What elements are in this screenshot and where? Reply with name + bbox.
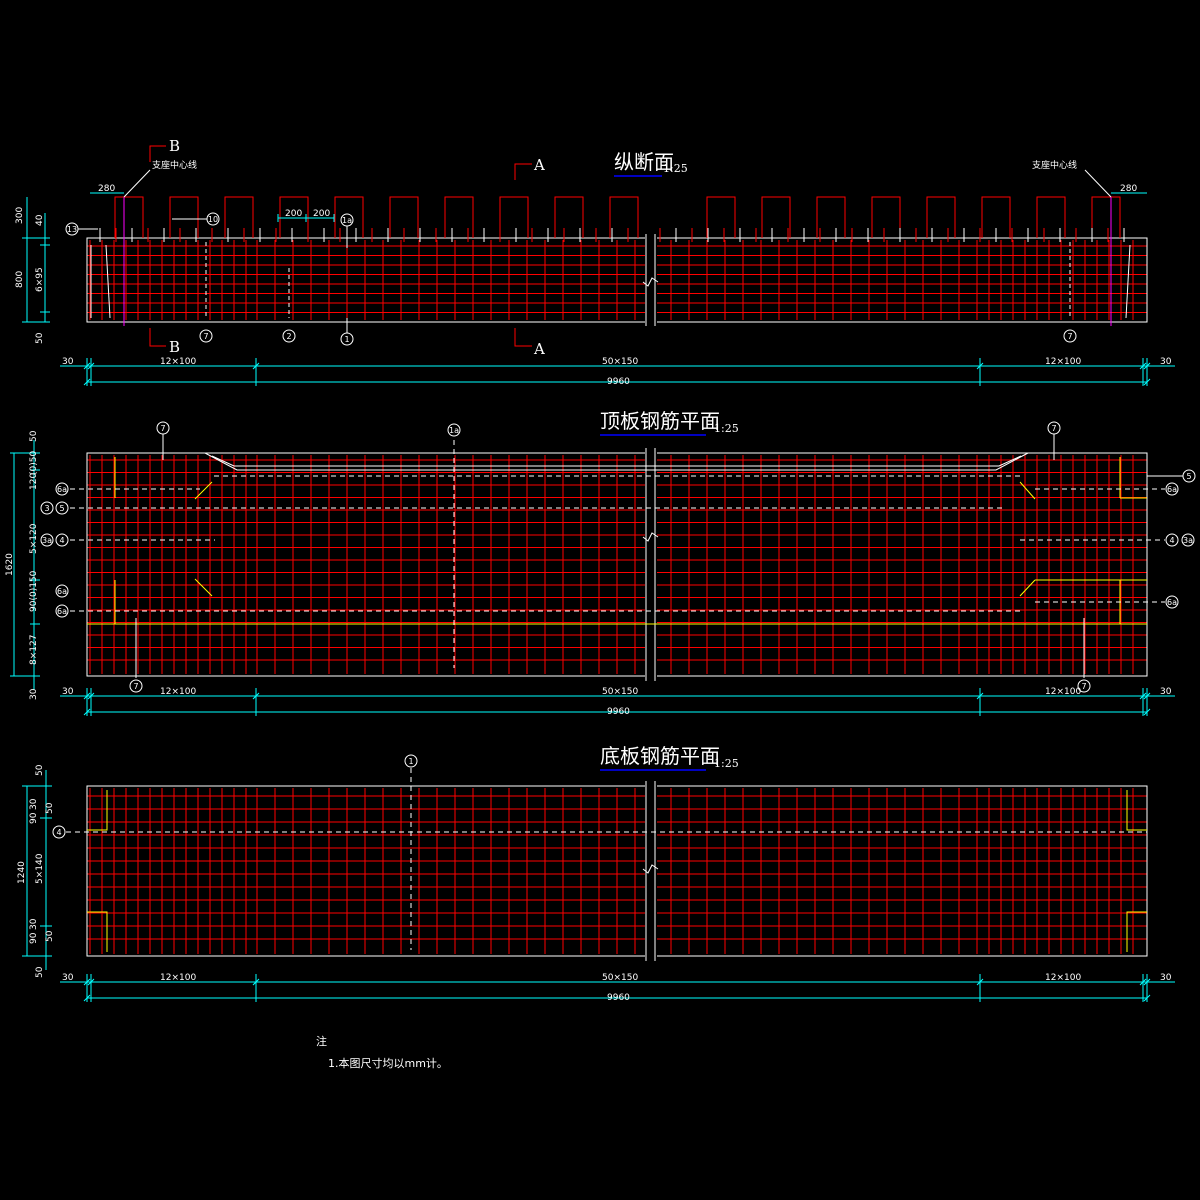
top-slab-scale: 1:25 [714, 422, 739, 435]
bottom-dim-12x100-left: 12×100 [160, 973, 196, 983]
bottom-dim-5x140: 5×140 [35, 853, 45, 884]
bottom-dim-30-right: 30 [1160, 973, 1172, 983]
support-label-right: 支座中心线 [1032, 159, 1077, 171]
bottom-dim-90-a: 90 [29, 812, 39, 824]
bottom-dim-1240: 1240 [17, 861, 27, 884]
left-callout-3a: 3a [40, 533, 54, 547]
svg-text:7: 7 [133, 682, 138, 691]
svg-text:7: 7 [203, 332, 208, 341]
left-dim-40: 40 [35, 214, 45, 226]
bottom-dim-total: 9960 [607, 993, 630, 1003]
top-dim-1620: 1620 [5, 553, 15, 576]
svg-text:1a: 1a [342, 216, 352, 225]
svg-text:1a: 1a [449, 426, 459, 435]
svg-text:4: 4 [56, 828, 61, 837]
svg-text:6a: 6a [57, 587, 67, 596]
support-label-left: 支座中心线 [152, 159, 197, 171]
section-label-a-bottom: A [533, 340, 545, 358]
top-dim-12x100-right: 12×100 [1045, 687, 1081, 697]
left-dim-6x95: 6×95 [35, 267, 45, 292]
dim-spacing-1: 200 [285, 209, 302, 219]
dim-12x100-left: 12×100 [160, 357, 196, 367]
bottom-dim-30-left: 30 [62, 973, 74, 983]
svg-text:7: 7 [1081, 682, 1086, 691]
bottom-dim-50-b: 50 [45, 930, 55, 942]
left-dim-50: 50 [35, 332, 45, 344]
svg-text:6a: 6a [1167, 598, 1177, 607]
dim-30-right: 30 [1160, 357, 1172, 367]
svg-text:7: 7 [1051, 424, 1056, 433]
svg-text:13: 13 [67, 225, 77, 234]
bottom-dim-30-a: 30 [29, 798, 39, 810]
notes-heading: 注 [316, 1034, 327, 1048]
top-slab-title: 顶板钢筋平面 [600, 409, 720, 433]
bottom-dim-90-b: 90 [29, 932, 39, 944]
svg-text:5: 5 [59, 504, 64, 513]
svg-text:2: 2 [286, 332, 291, 341]
svg-text:4: 4 [1169, 536, 1174, 545]
dim-end-left: 280 [98, 184, 115, 194]
bottom-dim-50-a: 50 [45, 802, 55, 814]
svg-text:1: 1 [344, 335, 349, 344]
top-dim-12x100-left: 12×100 [160, 687, 196, 697]
background [0, 0, 1200, 1200]
dim-end-right: 280 [1120, 184, 1137, 194]
top-dim-50: 50 [29, 430, 39, 442]
svg-text:3a: 3a [42, 536, 52, 545]
top-dim-total: 9960 [607, 707, 630, 717]
top-dim-5x120: 5×120 [29, 523, 39, 554]
svg-text:5: 5 [1186, 472, 1191, 481]
drawing-canvas: 支座中心线 支座中心线 B B A A 纵断面 1:25 280 280 200… [0, 0, 1200, 1200]
dim-50x150: 50×150 [602, 357, 638, 367]
right-callout-6a-1: 6a [1165, 482, 1179, 496]
svg-text:3: 3 [44, 504, 49, 513]
bottom-dim-50-bottom: 50 [35, 966, 45, 978]
svg-text:3a: 3a [1183, 536, 1193, 545]
top-dim-30-left: 30 [62, 687, 74, 697]
bottom-dim-50-top: 50 [35, 764, 45, 776]
svg-text:6a: 6a [1167, 485, 1177, 494]
dim-spacing-2: 200 [313, 209, 330, 219]
right-callout-3a: 3a [1181, 533, 1195, 547]
bottom-slab-title: 底板钢筋平面 [600, 744, 720, 768]
longitudinal-scale: 1:25 [663, 162, 688, 175]
svg-text:6a: 6a [57, 485, 67, 494]
svg-text:10: 10 [208, 215, 218, 224]
dim-12x100-right: 12×100 [1045, 357, 1081, 367]
section-label-a-top: A [533, 156, 545, 174]
bottom-dim-12x100-right: 12×100 [1045, 973, 1081, 983]
left-callout-6a-3: 6a [55, 604, 69, 618]
notes-item-1: 1.本图尺寸均以mm计。 [328, 1056, 448, 1070]
top-dim-30: 30 [29, 688, 39, 700]
top-dim-8x127: 8×127 [29, 635, 39, 665]
left-dim-800: 800 [15, 271, 25, 288]
right-callout-6a-2: 6a [1165, 595, 1179, 609]
bottom-dim-30-b: 30 [29, 918, 39, 930]
left-callout-6a-1: 6a [55, 482, 69, 496]
section-label-b-top: B [169, 137, 180, 155]
svg-text:7: 7 [160, 424, 165, 433]
dim-total: 9960 [607, 377, 630, 387]
left-callout-6a-2: 6a [55, 584, 69, 598]
top-dim-50x150: 50×150 [602, 687, 638, 697]
bottom-dim-50x150: 50×150 [602, 973, 638, 983]
top-dim-050: (0)50 [29, 451, 39, 475]
svg-text:1: 1 [408, 757, 413, 766]
top-dim-90-150: 90(0)150 [29, 570, 39, 612]
top-callout-1a: 1a [447, 423, 461, 437]
svg-text:4: 4 [59, 536, 64, 545]
bottom-slab-scale: 1:25 [714, 757, 739, 770]
left-dim-300: 300 [15, 207, 25, 224]
section-label-b-bottom: B [169, 338, 180, 356]
top-dim-30-right: 30 [1160, 687, 1172, 697]
svg-text:7: 7 [1067, 332, 1072, 341]
dim-30-left: 30 [62, 357, 74, 367]
svg-text:6a: 6a [57, 607, 67, 616]
